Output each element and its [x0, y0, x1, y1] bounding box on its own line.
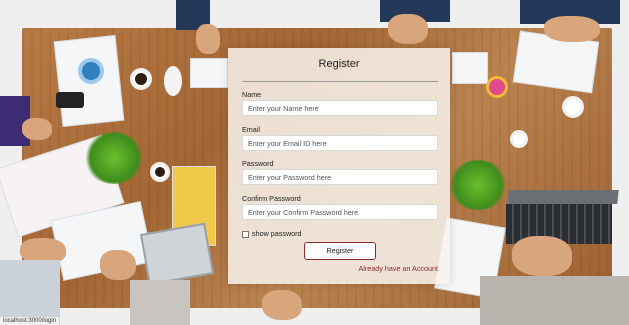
hands-top-right — [388, 14, 428, 44]
phone — [56, 92, 84, 108]
login-link[interactable]: Already have an Account — [358, 264, 438, 274]
hands-laptop — [512, 236, 572, 276]
cup-right-mid — [510, 130, 528, 148]
glass-right — [562, 96, 584, 118]
coffee-mid — [155, 167, 165, 177]
hand-bottom-mid — [100, 250, 136, 280]
register-button[interactable]: Register — [304, 242, 376, 260]
person-bottom-left — [0, 260, 60, 316]
show-password-checkbox[interactable] — [242, 231, 249, 238]
plant-left — [84, 132, 144, 184]
status-bar-url: localhost:3000/login — [0, 316, 61, 325]
paperclips — [486, 76, 508, 98]
keyboard-right — [452, 52, 488, 84]
register-card: Register Name Email Password Confirm Pas… — [228, 48, 450, 284]
laptop-screen — [507, 190, 619, 204]
name-input[interactable] — [242, 100, 438, 116]
show-password-label: show password — [252, 229, 302, 238]
form-title: Register — [318, 58, 360, 70]
sleeve-bottom-right — [480, 276, 629, 325]
title-divider — [242, 81, 438, 82]
coffee-left — [135, 73, 147, 85]
sleeve-bottom-mid — [130, 280, 190, 325]
email-label: Email — [242, 125, 260, 134]
hand-top-left — [196, 24, 220, 54]
password-input[interactable] — [242, 169, 438, 185]
email-input[interactable] — [242, 135, 438, 151]
confirm-password-label: Confirm Password — [242, 194, 301, 203]
plant-right — [448, 160, 508, 210]
confirm-password-input[interactable] — [242, 204, 438, 220]
name-label: Name — [242, 90, 262, 99]
keyboard-left — [190, 58, 228, 88]
hand-bottom-center — [262, 290, 302, 320]
password-label: Password — [242, 159, 274, 168]
hand-left — [22, 118, 52, 140]
pie-chart-print — [78, 58, 104, 84]
hand-top-far-right — [544, 16, 600, 42]
mouse — [164, 66, 182, 96]
